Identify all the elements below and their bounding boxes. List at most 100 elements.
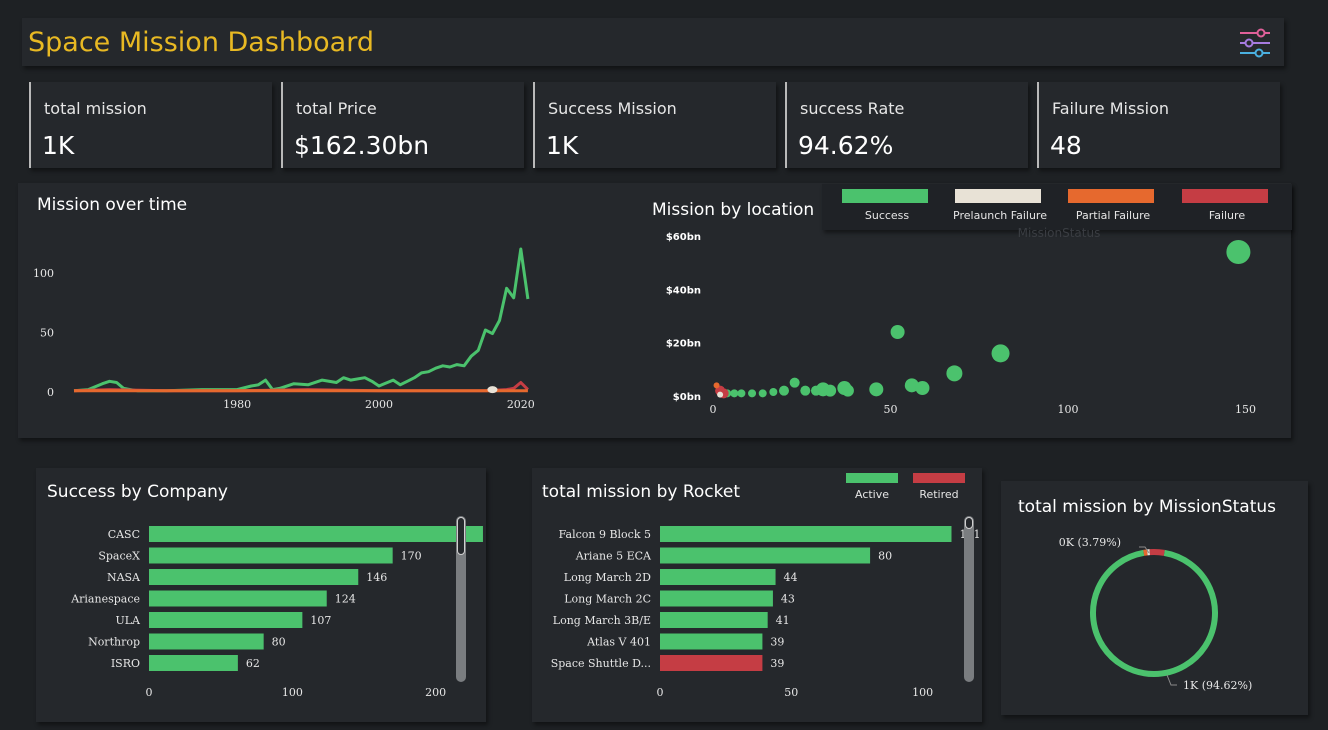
bar-value-label: 80: [878, 550, 892, 563]
scatter-point: [713, 382, 720, 389]
bar: [149, 655, 238, 671]
kpi-value: $162.30bn: [294, 131, 430, 160]
scatter-point: [779, 385, 789, 396]
y-tick-label: $0bn: [673, 392, 701, 403]
scatter-point: [769, 388, 778, 396]
bar-value-label: 146: [366, 571, 387, 584]
mission-by-status-panel: total mission by MissionStatus 0K (3.79%…: [1001, 481, 1308, 715]
scatter-point: [946, 365, 963, 382]
kpi-label: total Price: [296, 99, 377, 118]
scatter-point: [737, 389, 746, 398]
x-tick-label: 2020: [507, 398, 535, 411]
scatter-point: [758, 389, 767, 398]
bar-category-label: Long March 2D: [564, 571, 651, 584]
bar-value-label: 39: [770, 657, 784, 670]
kpi-value: 48: [1050, 131, 1082, 160]
scrollbar[interactable]: [456, 516, 466, 682]
legend-label: Success: [864, 209, 910, 222]
leader-line: [1166, 674, 1177, 686]
bar-category-label: Falcon 9 Block 5: [559, 528, 651, 541]
scatter-point: [824, 384, 837, 397]
title-bar: Space Mission Dashboard: [22, 18, 1284, 66]
scrollbar-thumb[interactable]: [965, 517, 973, 529]
scatter-point: [991, 344, 1010, 363]
x-tick-label: 1980: [223, 398, 251, 411]
scrollbar-thumb[interactable]: [457, 517, 465, 555]
x-tick-label: 150: [1235, 403, 1256, 416]
bar-category-label: Atlas V 401: [586, 636, 651, 649]
bar: [660, 633, 763, 650]
bar-category-label: Arianespace: [70, 593, 140, 606]
bar-category-label: CASC: [108, 528, 140, 541]
slice-label: 1K (94.62%): [1183, 679, 1252, 692]
legend-label: Failure: [1208, 209, 1246, 222]
bar: [149, 526, 483, 542]
bar-category-label: Ariane 5 ECA: [575, 550, 652, 563]
bar: [149, 547, 393, 564]
x-tick-label: 100: [1058, 403, 1079, 416]
kpi-label: Failure Mission: [1052, 99, 1170, 118]
mission-by-rocket-panel: total mission by Rocket Active Retired F…: [532, 468, 982, 722]
scatter-point: [748, 389, 757, 398]
success-by-company-chart[interactable]: CASC233SpaceX170NASA146Arianespace124ULA…: [36, 468, 486, 722]
bar-value-label: 170: [401, 550, 422, 563]
scatter-point: [915, 381, 930, 395]
bar-category-label: Northrop: [88, 636, 140, 649]
kpi-label: Success Mission: [548, 99, 677, 118]
mission-over-time-chart[interactable]: 0 50 100 1980 2000 2020: [18, 183, 638, 438]
bar-category-label: Long March 2C: [564, 593, 651, 606]
series-point: [487, 386, 498, 394]
bar: [660, 590, 773, 607]
bar-category-label: Space Shuttle D...: [551, 657, 651, 670]
bar-value-label: 39: [770, 636, 784, 649]
mission-by-rocket-chart[interactable]: Falcon 9 Block 5111Ariane 5 ECA80Long Ma…: [532, 468, 982, 722]
scrollbar[interactable]: [964, 516, 974, 682]
legend-swatch-failure[interactable]: [1182, 189, 1268, 203]
bar-value-label: 62: [246, 657, 260, 670]
legend-label: Partial Failure: [1075, 209, 1151, 222]
bar: [149, 612, 303, 628]
success-by-company-panel: Success by Company CASC233SpaceX170NASA1…: [36, 468, 486, 722]
kpi-value: 94.62%: [798, 131, 894, 160]
x-tick-label: 50: [784, 686, 798, 699]
bar-value-label: 80: [272, 636, 286, 649]
bar: [660, 547, 871, 564]
y-tick-label: 50: [40, 326, 54, 339]
legend-swatch-prelaunch[interactable]: [955, 189, 1041, 203]
bar-value-label: 44: [784, 571, 798, 584]
mission-by-status-chart[interactable]: 0K (3.79%) 1K (94.62%): [1001, 481, 1308, 715]
series-line: [73, 247, 530, 393]
scatter-point: [841, 384, 854, 397]
x-tick-label: 2000: [365, 398, 393, 411]
bar-value-label: 41: [776, 614, 790, 627]
x-tick-label: 0: [146, 686, 153, 699]
bar-value-label: 43: [781, 593, 795, 606]
bar: [149, 633, 264, 650]
sliders-icon[interactable]: [1238, 26, 1272, 60]
legend-hidden-title: MissionStatus: [1017, 226, 1101, 240]
kpi-total-mission: total mission 1K: [29, 82, 272, 168]
legend-swatch-partial[interactable]: [1068, 189, 1154, 203]
x-tick-label: 100: [912, 686, 933, 699]
status-legend: Success Prelaunch Failure Partial Failur…: [822, 184, 1292, 240]
y-tick-label: 100: [33, 267, 54, 280]
x-tick-label: 50: [884, 403, 898, 416]
kpi-label: success Rate: [800, 99, 905, 118]
x-tick-label: 100: [282, 686, 303, 699]
scatter-point: [789, 377, 800, 388]
donut-slice: [1149, 549, 1165, 556]
bar: [149, 569, 359, 585]
legend-swatch-success[interactable]: [842, 189, 928, 203]
bar-value-label: 124: [335, 593, 356, 606]
x-tick-label: 0: [710, 403, 717, 416]
page-title: Space Mission Dashboard: [28, 27, 374, 58]
y-tick-label: $20bn: [666, 339, 701, 350]
donut-slice: [1143, 549, 1148, 556]
donut-slice: [1090, 549, 1218, 677]
bar-category-label: ULA: [115, 614, 141, 627]
bar: [660, 569, 776, 585]
scatter-point: [800, 385, 811, 396]
kpi-label: total mission: [44, 99, 147, 118]
bar-category-label: ISRO: [111, 657, 140, 670]
scatter-point: [717, 391, 724, 398]
